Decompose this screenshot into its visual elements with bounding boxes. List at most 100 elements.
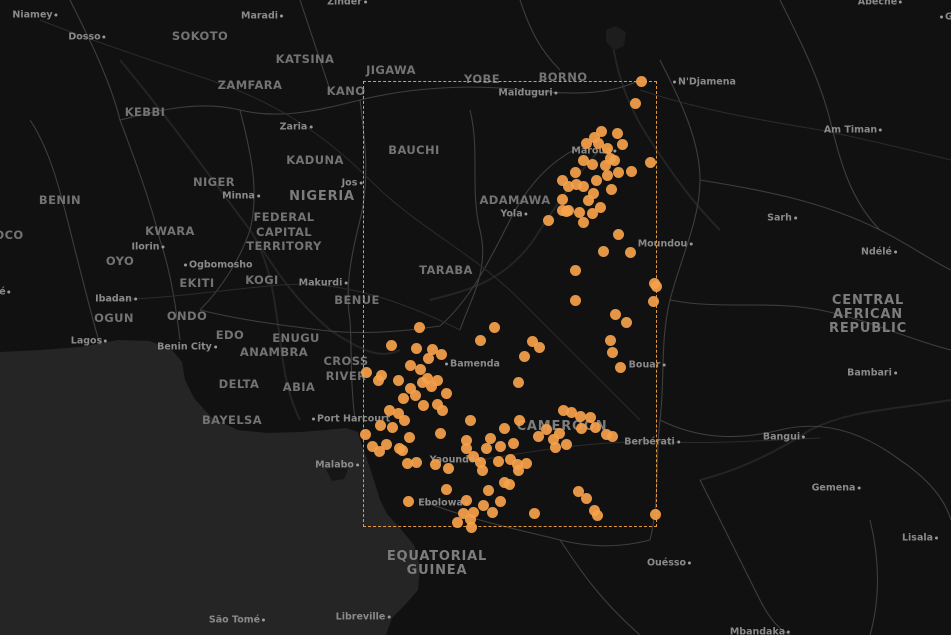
observation-point[interactable] (649, 508, 661, 520)
observation-point[interactable] (580, 137, 592, 149)
observation-point[interactable] (542, 214, 554, 226)
observation-point[interactable] (512, 376, 524, 388)
observation-point[interactable] (492, 455, 504, 467)
observation-point[interactable] (435, 348, 447, 360)
observation-point[interactable] (398, 414, 410, 426)
observation-point[interactable] (528, 507, 540, 519)
observation-point[interactable] (614, 361, 626, 373)
observation-point[interactable] (498, 422, 510, 434)
observation-point[interactable] (599, 159, 611, 171)
observation-point[interactable] (386, 421, 398, 433)
observation-point[interactable] (359, 428, 371, 440)
observation-point[interactable] (574, 410, 586, 422)
observation-point[interactable] (616, 138, 628, 150)
observation-point[interactable] (396, 444, 408, 456)
observation-point[interactable] (374, 419, 386, 431)
observation-point[interactable] (402, 495, 414, 507)
observation-point[interactable] (625, 165, 637, 177)
observation-point[interactable] (586, 158, 598, 170)
observation-point[interactable] (612, 166, 624, 178)
observation-point[interactable] (413, 321, 425, 333)
observation-point[interactable] (436, 404, 448, 416)
observation-point[interactable] (360, 366, 372, 378)
observation-point[interactable] (533, 341, 545, 353)
observation-point[interactable] (410, 342, 422, 354)
observation-point[interactable] (460, 494, 472, 506)
observation-point[interactable] (556, 193, 568, 205)
observation-point[interactable] (605, 183, 617, 195)
observation-point[interactable] (482, 484, 494, 496)
observation-point[interactable] (580, 492, 592, 504)
observation-point[interactable] (476, 464, 488, 476)
observation-point[interactable] (629, 97, 641, 109)
observation-point[interactable] (474, 334, 486, 346)
observation-point[interactable] (594, 201, 606, 213)
observation-point[interactable] (601, 169, 613, 181)
observation-point[interactable] (612, 228, 624, 240)
observation-point[interactable] (422, 352, 434, 364)
observation-point[interactable] (477, 499, 489, 511)
observation-point[interactable] (591, 509, 603, 521)
observation-point[interactable] (434, 427, 446, 439)
observation-point[interactable] (513, 414, 525, 426)
observation-point[interactable] (488, 321, 500, 333)
observation-point[interactable] (372, 374, 384, 386)
observation-point[interactable] (512, 464, 524, 476)
observation-point[interactable] (409, 389, 421, 401)
observation-point[interactable] (582, 194, 594, 206)
observation-point[interactable] (460, 434, 472, 446)
observation-point[interactable] (440, 387, 452, 399)
observation-point[interactable] (467, 506, 479, 518)
observation-point[interactable] (494, 440, 506, 452)
observation-point[interactable] (569, 294, 581, 306)
observation-point[interactable] (606, 430, 618, 442)
observation-point[interactable] (569, 166, 581, 178)
observation-point[interactable] (410, 456, 422, 468)
observation-point[interactable] (429, 458, 441, 470)
observation-point[interactable] (606, 346, 618, 358)
observation-point[interactable] (416, 376, 428, 388)
observation-point[interactable] (570, 178, 582, 190)
observation-point[interactable] (440, 483, 452, 495)
observation-point[interactable] (518, 350, 530, 362)
observation-point[interactable] (589, 421, 601, 433)
observation-point[interactable] (507, 437, 519, 449)
observation-point[interactable] (451, 516, 463, 528)
observation-point[interactable] (644, 156, 656, 168)
observation-point[interactable] (624, 246, 636, 258)
observation-point[interactable] (611, 127, 623, 139)
observation-point[interactable] (601, 142, 613, 154)
observation-point[interactable] (597, 245, 609, 257)
observation-point[interactable] (604, 334, 616, 346)
observation-point[interactable] (484, 432, 496, 444)
observation-point[interactable] (620, 316, 632, 328)
observation-point[interactable] (397, 392, 409, 404)
observation-point[interactable] (590, 174, 602, 186)
observation-point[interactable] (380, 438, 392, 450)
observation-point[interactable] (464, 414, 476, 426)
observation-point[interactable] (403, 431, 415, 443)
observation-point[interactable] (556, 204, 568, 216)
observation-point[interactable] (553, 427, 565, 439)
observation-point[interactable] (480, 442, 492, 454)
observation-point[interactable] (573, 206, 585, 218)
observation-point[interactable] (647, 295, 659, 307)
observation-point[interactable] (635, 75, 647, 87)
observation-point[interactable] (465, 521, 477, 533)
observation-point[interactable] (417, 399, 429, 411)
observation-point[interactable] (442, 462, 454, 474)
observation-point[interactable] (569, 264, 581, 276)
observation-point[interactable] (650, 280, 662, 292)
observation-point[interactable] (575, 422, 587, 434)
observation-point[interactable] (503, 478, 515, 490)
observation-point[interactable] (385, 339, 397, 351)
observation-point[interactable] (549, 441, 561, 453)
observation-point[interactable] (404, 359, 416, 371)
observation-point[interactable] (584, 411, 596, 423)
observation-point[interactable] (494, 495, 506, 507)
map-canvas[interactable]: SOKOTO KATSINA JIGAWA YOBE BORNO ZAMFARA KANO K… (0, 0, 951, 635)
observation-point[interactable] (609, 308, 621, 320)
observation-point[interactable] (560, 438, 572, 450)
observation-point[interactable] (392, 374, 404, 386)
observation-point[interactable] (540, 423, 552, 435)
